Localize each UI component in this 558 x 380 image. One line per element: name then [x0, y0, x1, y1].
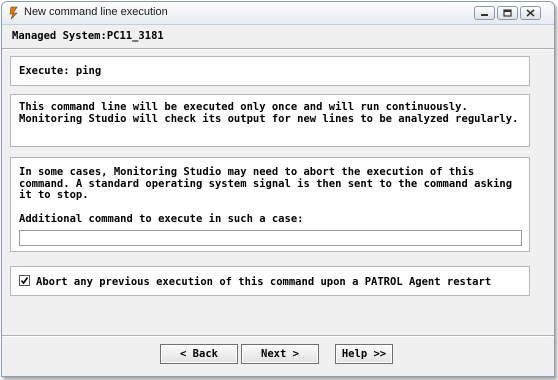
managed-system-label: Managed System:PC11_3181 [12, 30, 164, 42]
close-icon [526, 9, 535, 17]
checkmark-icon [20, 277, 29, 285]
window-title: New command line execution [24, 6, 168, 18]
execute-text: Execute: ping [19, 65, 102, 77]
execute-panel: Execute: ping [10, 56, 530, 86]
abort-on-restart-label[interactable]: Abort any previous execution of this com… [36, 276, 491, 288]
abort-command-label: Additional command to execute in such a … [19, 213, 304, 225]
help-button[interactable]: Help >> [335, 344, 393, 364]
restart-option-panel: Abort any previous execution of this com… [10, 266, 530, 296]
info-text: This command line will be executed only … [19, 101, 519, 125]
header-divider [2, 48, 554, 50]
dialog-window: New command line execution Managed Syste… [1, 1, 555, 377]
minimize-button[interactable] [474, 6, 495, 20]
abort-panel: In some cases, Monitoring Studio may nee… [10, 157, 530, 252]
maximize-button[interactable] [497, 6, 518, 20]
title-bar[interactable]: New command line execution [2, 2, 554, 25]
minimize-icon [481, 14, 488, 16]
next-button[interactable]: Next > [241, 344, 319, 364]
app-icon [9, 6, 18, 20]
close-button[interactable] [520, 6, 541, 20]
back-button[interactable]: < Back [160, 344, 238, 364]
footer-divider [2, 335, 554, 337]
abort-description: In some cases, Monitoring Studio may nee… [19, 166, 513, 201]
info-panel: This command line will be executed only … [10, 94, 530, 147]
abort-command-input[interactable] [19, 230, 522, 246]
maximize-icon [503, 9, 512, 17]
abort-on-restart-checkbox[interactable] [19, 275, 30, 286]
